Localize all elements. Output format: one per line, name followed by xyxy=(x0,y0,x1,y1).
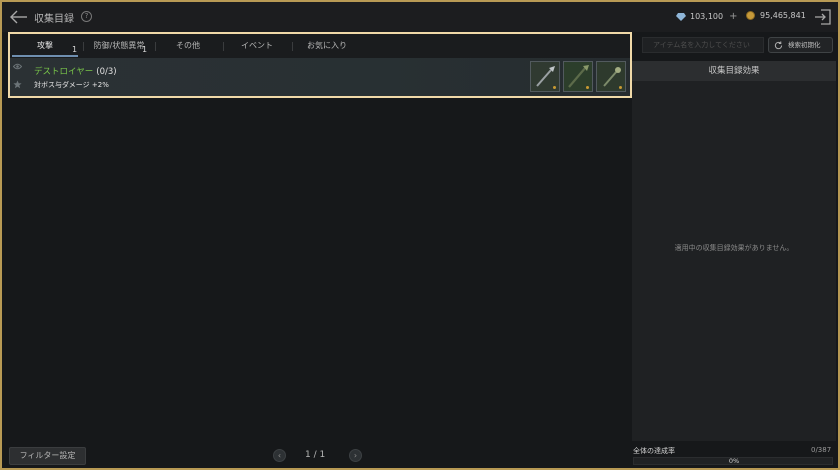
tab-label: イベント xyxy=(241,41,273,50)
collection-progress: (0/3) xyxy=(96,67,117,77)
app-frame: 収集目録 ? 103,100 + 95,465,841 攻撃 1 防御/状態異常… xyxy=(0,0,840,470)
prev-page-button[interactable]: ‹ xyxy=(273,449,286,462)
grade-dot xyxy=(619,86,622,89)
effect-empty-message: 適用中の収集目録効果がありません。 xyxy=(674,244,794,252)
gem-amount: 103,100 xyxy=(690,12,724,21)
gold-currency: 95,465,841 xyxy=(746,11,806,20)
page-indicator: 1 / 1 xyxy=(305,450,326,460)
completion-rate-label: 全体の達成率 xyxy=(633,447,675,455)
filter-settings-button[interactable]: フィルター設定 xyxy=(9,447,86,465)
help-icon[interactable]: ? xyxy=(81,11,92,22)
reset-label: 検索初期化 xyxy=(788,41,821,49)
tab-event[interactable]: イベント xyxy=(224,34,290,58)
refresh-icon xyxy=(774,41,783,50)
category-tabs: 攻撃 1 防御/状態異常 1 その他 イベント お気に入り xyxy=(10,34,630,58)
collection-title: デストロイヤー xyxy=(34,67,94,77)
collection-effect-panel: 収集目録効果 適用中の収集目録効果がありません。 xyxy=(632,61,836,441)
completion-count: 0/387 xyxy=(811,446,832,454)
tab-label: 防御/状態異常 xyxy=(93,41,145,50)
favorite-star-icon[interactable] xyxy=(13,80,22,89)
grade-dot xyxy=(586,86,589,89)
back-button[interactable] xyxy=(10,8,28,26)
completion-percent: 0% xyxy=(728,457,740,465)
add-gems-button[interactable]: + xyxy=(729,11,737,21)
tab-divider xyxy=(292,42,293,51)
search-reset-button[interactable]: 検索初期化 xyxy=(768,37,833,53)
collection-row[interactable]: デストロイヤー (0/3) 対ボス与ダメージ +2% xyxy=(10,58,630,96)
gold-coin-icon xyxy=(746,11,755,20)
item-slot[interactable] xyxy=(563,61,593,92)
next-page-button[interactable]: › xyxy=(349,449,362,462)
tab-divider xyxy=(83,42,84,51)
header-bar: 収集目録 ? 103,100 + 95,465,841 xyxy=(2,2,838,32)
collection-effect: 対ボス与ダメージ +2% xyxy=(34,81,109,89)
eye-icon[interactable] xyxy=(13,62,22,71)
tab-other[interactable]: その他 xyxy=(155,34,221,58)
exit-button[interactable] xyxy=(814,8,832,26)
effect-panel-title: 収集目録効果 xyxy=(632,61,836,81)
tab-attack-count: 1 xyxy=(72,45,78,54)
tab-label: お気に入り xyxy=(307,41,347,50)
completion-progress-bar: 0% xyxy=(633,457,833,465)
search-placeholder: アイテム名を入力してください xyxy=(653,41,750,49)
exit-icon xyxy=(815,9,831,25)
item-search-input[interactable]: アイテム名を入力してください xyxy=(642,37,764,53)
item-slot[interactable] xyxy=(530,61,560,92)
page-title: 収集目録 xyxy=(34,14,74,25)
tab-defense-count: 1 xyxy=(142,45,148,54)
grade-dot xyxy=(553,86,556,89)
gem-currency: 103,100 + xyxy=(676,11,737,21)
back-arrow-icon xyxy=(10,10,27,24)
active-tab-indicator xyxy=(12,55,78,57)
tab-label: 攻撃 xyxy=(37,41,53,50)
diamond-icon xyxy=(676,12,686,21)
tab-label: その他 xyxy=(176,41,200,50)
collection-name: デストロイヤー (0/3) xyxy=(34,65,117,77)
gold-amount: 95,465,841 xyxy=(760,11,806,20)
tab-favorites[interactable]: お気に入り xyxy=(294,34,360,58)
item-slot[interactable] xyxy=(596,61,626,92)
collection-list-panel: 攻撃 1 防御/状態異常 1 その他 イベント お気に入り デストロイヤー (0… xyxy=(8,32,632,98)
